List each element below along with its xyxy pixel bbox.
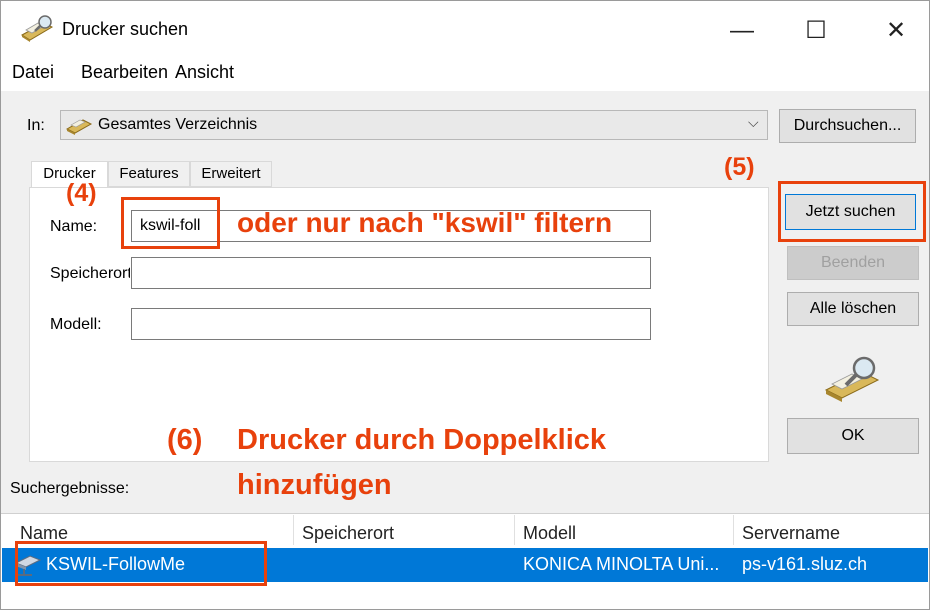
- printer-search-icon: [21, 15, 54, 42]
- chevron-down-icon[interactable]: ⌵: [748, 114, 759, 131]
- column-separator[interactable]: [293, 515, 294, 545]
- window-title: Drucker suchen: [62, 19, 189, 39]
- ok-button[interactable]: OK: [787, 418, 919, 454]
- annotation-box-result: [15, 541, 267, 586]
- directory-icon: [65, 119, 93, 135]
- search-magnifier-icon: [824, 356, 880, 402]
- close-button[interactable]: ✕: [866, 10, 926, 52]
- search-in-label: In:: [27, 117, 45, 134]
- tab-features[interactable]: Features: [108, 161, 190, 187]
- column-separator[interactable]: [514, 515, 515, 545]
- annotation-filter-hint: oder nur nach "kswil" filtern: [237, 207, 613, 238]
- model-field[interactable]: [131, 308, 651, 340]
- annotation-doubleclick-line2: hinzufügen: [237, 469, 392, 501]
- annotation-doubleclick-line1: Drucker durch Doppelklick: [237, 424, 607, 456]
- column-header-location[interactable]: Speicherort: [302, 523, 394, 544]
- clear-all-button[interactable]: Alle löschen: [787, 292, 919, 326]
- annotation-step-5: (5): [724, 153, 755, 181]
- results-label: Suchergebnisse:: [10, 480, 130, 497]
- menu-ansicht[interactable]: Ansicht: [175, 62, 234, 83]
- model-label: Modell:: [50, 316, 102, 333]
- result-server: ps-v161.sluz.ch: [742, 554, 868, 574]
- location-label: Speicherort:: [50, 265, 130, 282]
- column-header-server[interactable]: Servername: [742, 523, 840, 544]
- column-header-model[interactable]: Modell: [523, 523, 576, 544]
- minimize-button[interactable]: —: [712, 10, 772, 52]
- annotation-box-search: [778, 181, 926, 242]
- menu-datei[interactable]: Datei: [12, 62, 54, 83]
- tab-erweitert[interactable]: Erweitert: [190, 161, 272, 187]
- annotation-step-4: (4): [66, 179, 97, 207]
- column-separator[interactable]: [733, 515, 734, 545]
- stop-button[interactable]: Beenden: [787, 246, 919, 280]
- annotation-box-name: [121, 197, 220, 249]
- search-in-value: Gesamtes Verzeichnis: [98, 116, 258, 133]
- location-field[interactable]: [131, 257, 651, 289]
- browse-button[interactable]: Durchsuchen...: [779, 109, 916, 143]
- menu-bearbeiten[interactable]: Bearbeiten: [81, 62, 168, 83]
- annotation-step-6: (6): [167, 424, 203, 456]
- maximize-button[interactable]: ☐: [786, 10, 846, 52]
- result-model: KONICA MINOLTA Uni...: [523, 554, 720, 574]
- name-label: Name:: [50, 218, 98, 235]
